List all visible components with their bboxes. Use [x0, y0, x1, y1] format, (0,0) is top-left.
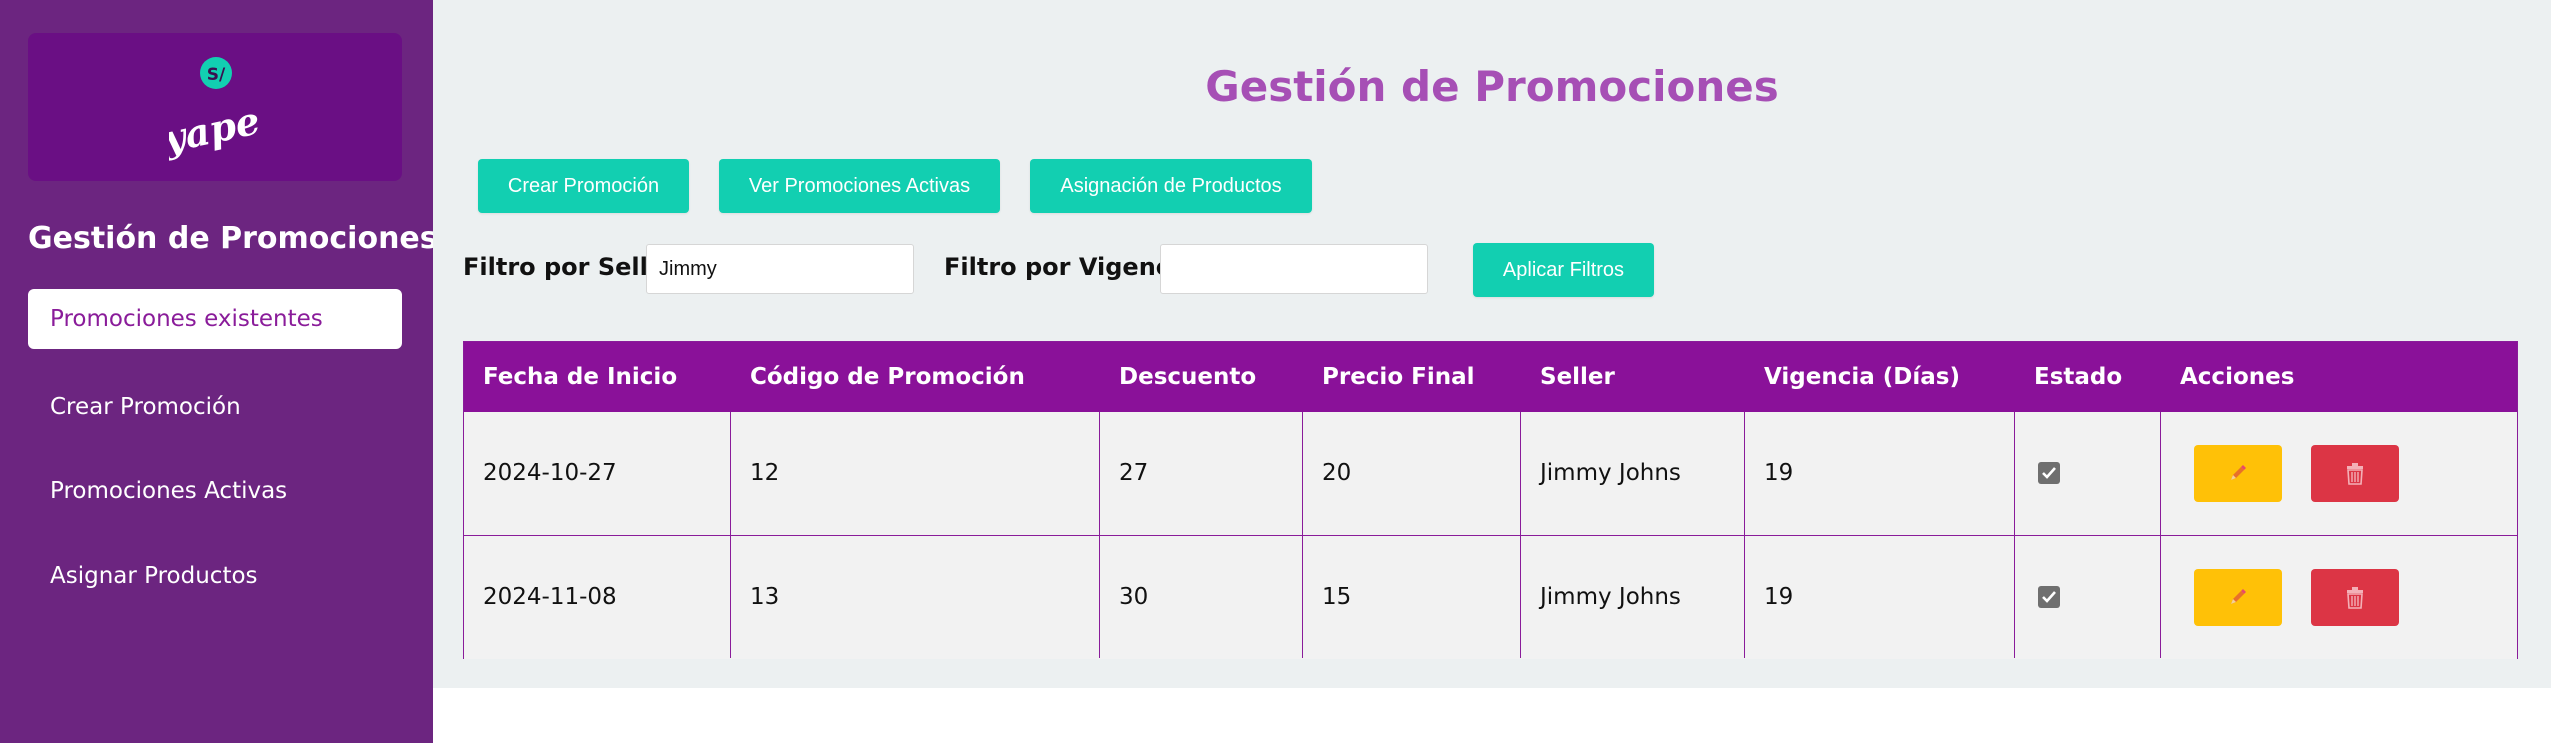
header-precio-final: Precio Final	[1322, 364, 1475, 390]
cell-precio-final: 20	[1322, 460, 1352, 486]
trash-icon	[2347, 463, 2363, 485]
table-header: Fecha de Inicio Código de Promoción Desc…	[464, 342, 2517, 412]
header-seller: Seller	[1540, 364, 1615, 390]
sidebar: S/ yape Gestión de Promociones Promocion…	[0, 0, 438, 743]
header-estado: Estado	[2034, 364, 2123, 390]
yape-logo: S/ yape	[28, 33, 402, 181]
column-divider	[1302, 412, 1303, 658]
header-acciones: Acciones	[2180, 364, 2295, 390]
cell-seller: Jimmy Johns	[1540, 584, 1681, 610]
svg-text:S/: S/	[207, 65, 226, 85]
assign-products-button[interactable]: Asignación de Productos	[1030, 159, 1312, 213]
main-footer-space	[433, 688, 2551, 743]
yape-logo-text: yape	[169, 97, 259, 161]
column-divider	[730, 412, 731, 658]
cell-seller: Jimmy Johns	[1540, 460, 1681, 486]
header-fecha-inicio: Fecha de Inicio	[483, 364, 678, 390]
header-vigencia: Vigencia (Días)	[1764, 364, 1960, 390]
cell-fecha-inicio: 2024-11-08	[483, 584, 617, 610]
cell-descuento: 30	[1119, 584, 1149, 610]
seller-filter-input[interactable]: Jimmy	[646, 244, 914, 294]
column-divider	[1744, 412, 1745, 658]
page-title: Gestión de Promociones	[1205, 62, 1779, 111]
table-row: 2024-11-08 13 30 15 Jimmy Johns 19	[464, 536, 2517, 659]
pencil-icon	[2231, 589, 2246, 604]
pencil-icon	[2231, 465, 2246, 480]
sidebar-item-promociones-activas[interactable]: Promociones Activas	[28, 461, 402, 521]
cell-vigencia: 19	[1764, 460, 1794, 486]
cell-codigo: 12	[750, 460, 780, 486]
estado-checkbox-icon[interactable]	[2038, 462, 2060, 484]
edit-button[interactable]	[2194, 445, 2282, 502]
cell-vigencia: 19	[1764, 584, 1794, 610]
cell-codigo: 13	[750, 584, 780, 610]
column-divider	[1520, 412, 1521, 658]
table-row: 2024-10-27 12 27 20 Jimmy Johns 19	[464, 412, 2517, 536]
trash-icon	[2347, 587, 2363, 609]
edit-button[interactable]	[2194, 569, 2282, 626]
header-codigo-promocion: Código de Promoción	[750, 364, 1025, 390]
sidebar-title: Gestión de Promociones	[28, 221, 438, 256]
cell-fecha-inicio: 2024-10-27	[483, 460, 617, 486]
apply-filters-button[interactable]: Aplicar Filtros	[1473, 243, 1654, 297]
promotions-table: Fecha de Inicio Código de Promoción Desc…	[463, 341, 2518, 659]
header-descuento: Descuento	[1119, 364, 1257, 390]
sidebar-item-asignar-productos[interactable]: Asignar Productos	[28, 546, 402, 606]
column-divider	[2160, 412, 2161, 658]
app-root: S/ yape Gestión de Promociones Promocion…	[0, 0, 2551, 743]
delete-button[interactable]	[2311, 445, 2399, 502]
column-divider	[1099, 412, 1100, 658]
sidebar-item-crear-promocion[interactable]: Crear Promoción	[28, 377, 402, 437]
view-active-promotions-button[interactable]: Ver Promociones Activas	[719, 159, 1000, 213]
sidebar-item-promociones-existentes[interactable]: Promociones existentes	[28, 289, 402, 349]
vigencia-filter-input[interactable]	[1160, 244, 1428, 294]
create-promotion-button[interactable]: Crear Promoción	[478, 159, 689, 213]
estado-checkbox-icon[interactable]	[2038, 586, 2060, 608]
cell-precio-final: 15	[1322, 584, 1352, 610]
cell-descuento: 27	[1119, 460, 1149, 486]
yape-logo-icon: S/ yape	[169, 57, 259, 162]
delete-button[interactable]	[2311, 569, 2399, 626]
column-divider	[2014, 412, 2015, 658]
